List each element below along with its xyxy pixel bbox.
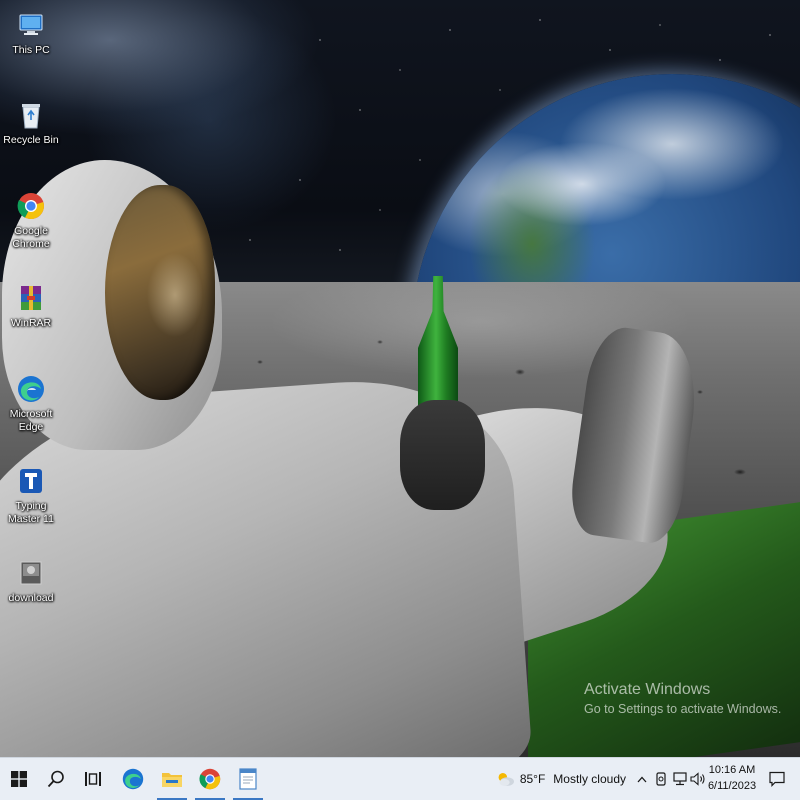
taskbar: 85°F Mostly cloudy 10:16 AM 6/11/2023 xyxy=(0,757,800,800)
desktop-icon-google-chrome[interactable]: Google Chrome xyxy=(0,191,62,251)
start-button[interactable] xyxy=(0,758,38,800)
wallpaper-helmet-visor xyxy=(105,185,215,400)
file-explorer-icon xyxy=(162,773,182,787)
activate-windows-title: Activate Windows xyxy=(584,681,711,698)
activate-windows-subtitle: Go to Settings to activate Windows. xyxy=(584,702,782,716)
weather-condition: Mostly cloudy xyxy=(553,772,626,786)
clock-time: 10:16 AM xyxy=(708,764,756,776)
activate-windows-watermark: Activate Windows Go to Settings to activ… xyxy=(584,680,781,718)
desktop-icon-label: Recycle Bin xyxy=(3,134,59,146)
taskbar-chrome-button[interactable] xyxy=(191,758,229,800)
meet-now-button[interactable] xyxy=(652,758,670,800)
desktop-icon-label: Typing Master 11 xyxy=(8,500,54,525)
show-hidden-icons-button[interactable] xyxy=(634,758,650,800)
wallpaper-astronaut-on-moon xyxy=(0,0,800,757)
notepad-app-icon xyxy=(239,768,257,790)
chrome-icon xyxy=(16,191,46,221)
desktop-icon-microsoft-edge[interactable]: Microsoft Edge xyxy=(0,374,62,434)
clock[interactable]: 10:16 AM 6/11/2023 xyxy=(704,762,760,794)
typing-master-icon xyxy=(16,466,46,496)
taskbar-app-button[interactable] xyxy=(229,758,267,800)
start-icon xyxy=(11,771,27,787)
this-pc-icon xyxy=(16,10,46,40)
notification-icon xyxy=(769,771,785,787)
wallpaper-astronaut-glove xyxy=(400,400,485,510)
desktop-icon-label: download xyxy=(8,592,54,604)
desktop-icon-typing-master[interactable]: Typing Master 11 xyxy=(0,466,62,526)
partly-cloudy-icon xyxy=(498,773,514,786)
chevron-up-icon xyxy=(637,776,647,782)
network-icon xyxy=(673,772,687,786)
network-button[interactable] xyxy=(671,758,689,800)
desktop-icon-download[interactable]: download xyxy=(0,558,62,605)
edge-icon xyxy=(16,374,46,404)
taskbar-edge-button[interactable] xyxy=(114,758,152,800)
edge-icon xyxy=(122,768,144,790)
search-icon xyxy=(47,770,64,788)
desktop[interactable]: This PC Recycle Bin Google Chrome WinRAR… xyxy=(0,0,800,757)
desktop-icon-label: WinRAR xyxy=(10,317,52,329)
download-file-icon xyxy=(16,558,46,588)
desktop-icon-label: Microsoft Edge xyxy=(9,408,53,433)
recycle-bin-icon xyxy=(16,100,46,130)
clock-date: 6/11/2023 xyxy=(707,780,757,792)
chrome-icon xyxy=(199,768,221,790)
desktop-icon-recycle-bin[interactable]: Recycle Bin xyxy=(0,100,62,147)
weather-widget[interactable]: 85°F Mostly cloudy xyxy=(496,758,626,800)
taskbar-file-explorer-button[interactable] xyxy=(153,758,191,800)
task-view-icon xyxy=(85,772,101,786)
search-button[interactable] xyxy=(37,758,75,800)
desktop-icon-this-pc[interactable]: This PC xyxy=(0,10,62,57)
meet-now-icon xyxy=(656,772,666,786)
winrar-icon xyxy=(16,283,46,313)
weather-temperature: 85°F xyxy=(519,772,546,786)
task-view-button[interactable] xyxy=(74,758,112,800)
desktop-icon-winrar[interactable]: WinRAR xyxy=(0,283,62,330)
action-center-button[interactable] xyxy=(762,758,792,800)
desktop-icon-label: Google Chrome xyxy=(12,225,50,250)
desktop-icon-label: This PC xyxy=(12,44,50,56)
